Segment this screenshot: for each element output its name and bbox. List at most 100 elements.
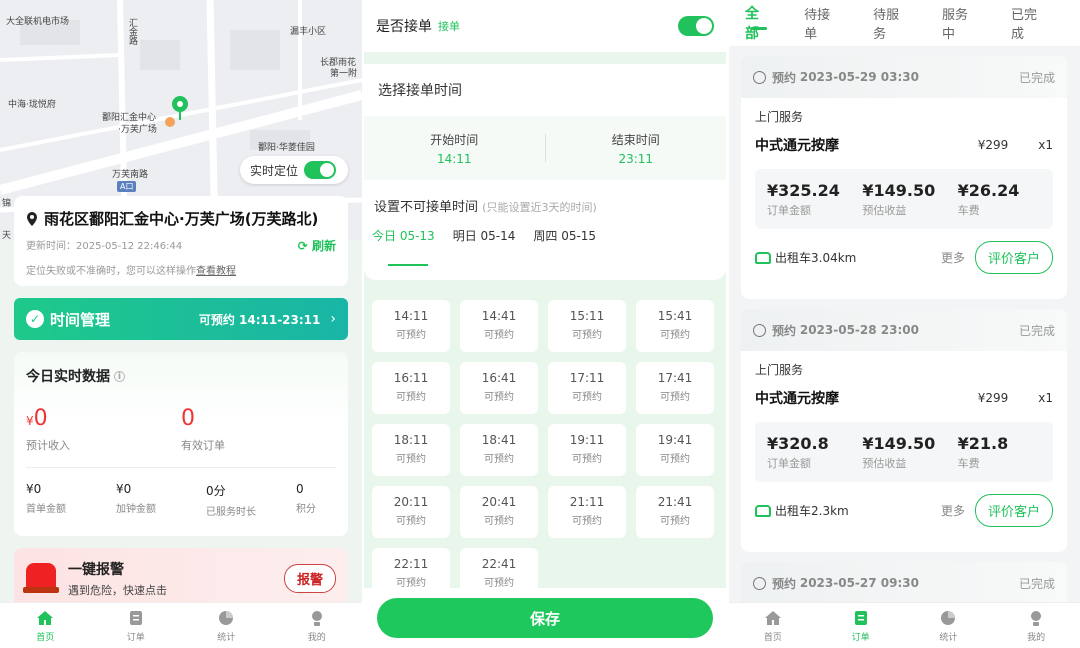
valid-orders-label: 有效订单	[181, 439, 225, 452]
time-slot-status: 可预约	[572, 454, 602, 465]
map-label: 漏丰小区	[290, 27, 327, 37]
time-slot-status: 可预约	[660, 454, 690, 465]
map-label: 鄱阳·华菱佳园	[258, 143, 315, 153]
orders-icon	[854, 610, 867, 625]
service-type: 上门服务	[755, 363, 804, 377]
time-slot[interactable]: 15:41 可预约	[636, 300, 714, 352]
time-slot[interactable]: 20:11 可预约	[372, 486, 450, 538]
realtime-location-label: 实时定位	[250, 163, 299, 178]
tutorial-link[interactable]: 查看教程	[196, 266, 236, 277]
rate-customer-button[interactable]: 评价客户	[974, 241, 1053, 274]
estimated-income-label: 预估收益	[862, 456, 907, 470]
pie-chart-icon	[941, 610, 956, 625]
map-label: 第一附	[330, 69, 358, 79]
tab-mine[interactable]: 我的	[272, 603, 363, 648]
order-card[interactable]: 预约 2023-05-28 23:00 已完成 上门服务 中式通元按摩 ¥299 x1…	[741, 309, 1067, 552]
tab-pending-accept[interactable]: 待接单	[804, 4, 839, 42]
taxi-icon	[755, 251, 771, 264]
time-slot[interactable]: 21:11 可预约	[548, 486, 626, 538]
day-tabs: 今日 05-13 明日 05-14 周四 05-15	[364, 227, 726, 252]
refresh-label: 刷新	[311, 239, 336, 253]
time-slot-status: 可预约	[484, 454, 514, 465]
time-slot[interactable]: 16:41 可预约	[460, 362, 538, 414]
order-datetime: 2023-05-27 09:30	[799, 576, 919, 590]
order-card[interactable]: 预约 2023-05-29 03:30 已完成 上门服务 中式通元按摩 ¥299 x1…	[741, 56, 1067, 299]
order-total: ¥320.8	[767, 433, 829, 453]
accept-orders-switch[interactable]	[678, 16, 714, 36]
time-slot-status: 可预约	[572, 516, 602, 527]
tab-home[interactable]: 首页	[729, 603, 817, 648]
time-slot[interactable]: 18:41 可预约	[460, 424, 538, 476]
today-stats-card: 今日实时数据 i ¥0 预计收入 0 有效订单 ¥0 首单金额 ¥0 加钟金额 0分已…	[14, 352, 348, 536]
time-slot[interactable]: 18:11 可预约	[372, 424, 450, 476]
tab-label: 统计	[217, 632, 236, 643]
tab-label: 订单	[126, 632, 145, 643]
stat-label: 已服务时长	[206, 507, 256, 518]
stat-value: 0分	[206, 484, 226, 498]
service-name: 中式通元按摩	[755, 138, 839, 154]
tab-stats[interactable]: 统计	[181, 603, 272, 648]
tab-completed[interactable]: 已完成	[1011, 4, 1046, 42]
address-title: 雨花区鄱阳汇金中心·万芙广场(万芙路北)	[44, 210, 319, 228]
tab-label: 统计	[939, 632, 958, 643]
time-management-bar[interactable]: ✓ 时间管理 可预约 14:11-23:11 ›	[14, 298, 348, 340]
tab-orders[interactable]: 订单	[91, 603, 182, 648]
time-slot[interactable]: 14:41 可预约	[460, 300, 538, 352]
start-time-picker[interactable]: 开始时间 14:11	[364, 131, 545, 166]
tab-label: 首页	[36, 632, 55, 643]
tab-label: 我的	[307, 632, 326, 643]
orders-screen: 全部 待接单 待服务 服务中 已完成 预约 2023-05-29 03:30 已完…	[729, 0, 1080, 648]
time-slot[interactable]: 21:41 可预约	[636, 486, 714, 538]
order-datetime: 2023-05-29 03:30	[799, 70, 919, 84]
day-tab[interactable]: 周四 05-15	[533, 227, 596, 252]
realtime-location-toggle[interactable]: 实时定位	[240, 156, 348, 184]
unavailable-note: (只能设置近3天的时间)	[482, 201, 597, 214]
schedule-screen: 是否接单 接单 选择接单时间 开始时间 14:11 结束时间 23:11 设置不…	[364, 0, 726, 648]
map-label: 万芙南路	[112, 170, 149, 180]
tab-stats[interactable]: 统计	[905, 603, 993, 648]
tab-mine[interactable]: 我的	[992, 603, 1080, 648]
realtime-location-switch[interactable]	[304, 161, 337, 179]
time-slot-time: 15:11	[569, 309, 605, 323]
service-name: 中式通元按摩	[755, 391, 839, 407]
time-slot-status: 可预约	[396, 578, 426, 589]
map-label: A口	[117, 181, 137, 192]
order-total-label: 订单金额	[767, 456, 811, 470]
refresh-button[interactable]: ⟳ 刷新	[298, 237, 336, 254]
time-slot[interactable]: 19:11 可预约	[548, 424, 626, 476]
tab-all[interactable]: 全部	[745, 3, 770, 43]
stat-value: 0	[296, 482, 304, 496]
time-slot[interactable]: 16:11 可预约	[372, 362, 450, 414]
estimated-income-value: 0	[33, 406, 48, 431]
info-icon[interactable]: i	[114, 370, 125, 382]
tab-home[interactable]: 首页	[0, 603, 91, 648]
tab-in-service[interactable]: 服务中	[942, 4, 977, 42]
user-icon	[1031, 610, 1042, 626]
time-slot[interactable]: 17:41 可预约	[636, 362, 714, 414]
order-prefix: 预约	[772, 323, 797, 338]
end-time-picker[interactable]: 结束时间 23:11	[546, 131, 727, 166]
save-bar: 保存	[364, 588, 726, 648]
time-slot[interactable]: 19:41 可预约	[636, 424, 714, 476]
alarm-button[interactable]: 报警	[283, 563, 336, 593]
end-time-label: 结束时间	[611, 132, 660, 147]
time-slot[interactable]: 15:11 可预约	[548, 300, 626, 352]
time-slot[interactable]: 20:41 可预约	[460, 486, 538, 538]
day-tab[interactable]: 今日 05-13	[372, 227, 435, 252]
day-tab[interactable]: 明日 05-14	[453, 227, 516, 252]
tab-orders[interactable]: 订单	[817, 603, 905, 648]
more-button[interactable]: 更多	[941, 249, 965, 266]
fare-label: 车费	[957, 456, 980, 470]
time-slot-status: 可预约	[484, 392, 514, 403]
time-slot[interactable]: 14:11 可预约	[372, 300, 450, 352]
estimated-income-label: 预估收益	[862, 203, 907, 217]
save-button[interactable]: 保存	[377, 598, 713, 638]
more-button[interactable]: 更多	[941, 502, 965, 519]
time-slot-time: 14:41	[481, 309, 517, 323]
unavailable-title: 设置不可接单时间	[374, 200, 479, 215]
start-time-value: 14:11	[436, 151, 472, 166]
time-slot[interactable]: 17:11 可预约	[548, 362, 626, 414]
rate-customer-button[interactable]: 评价客户	[974, 494, 1053, 527]
time-slot-time: 19:41	[657, 433, 693, 447]
tab-pending-service[interactable]: 待服务	[873, 4, 908, 42]
